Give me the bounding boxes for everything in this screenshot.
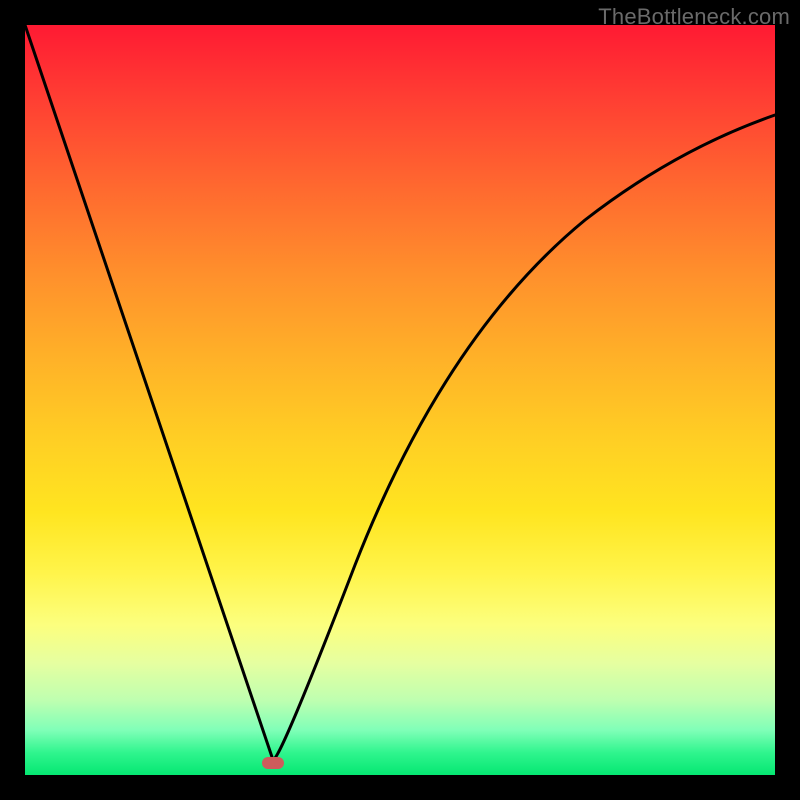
curve-path <box>25 25 775 760</box>
bottleneck-curve <box>25 25 775 775</box>
watermark-text: TheBottleneck.com <box>598 4 790 30</box>
optimal-point-marker <box>262 757 284 769</box>
